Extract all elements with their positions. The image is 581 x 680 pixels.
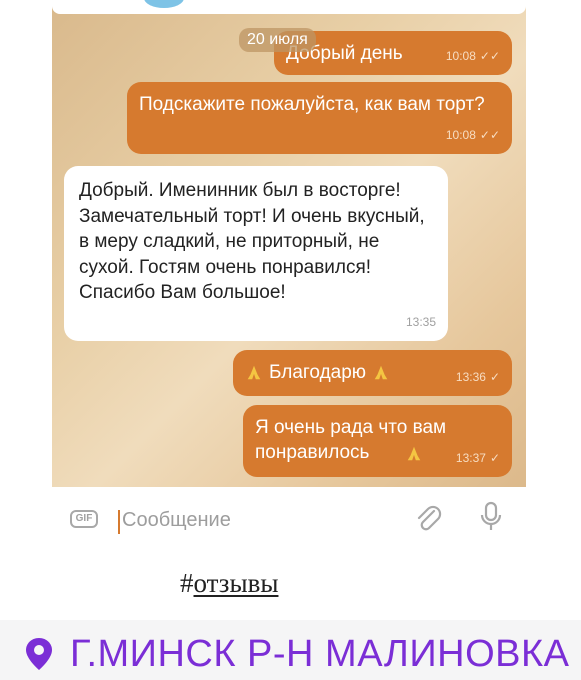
message-time: 13:37 (455, 451, 486, 465)
hashtag-symbol: # (180, 568, 194, 598)
message-out[interactable]: Благодарю 13:36 ✓ (233, 350, 512, 396)
message-meta: 13:36 ✓ (456, 365, 500, 390)
message-text: Добрый. Именинник был в восторге! Замеча… (79, 180, 425, 303)
message-meta: 13:37 ✓ (456, 446, 500, 471)
double-check-icon: ✓✓ (479, 128, 500, 142)
message-input-bar: GIF Сообщение (52, 487, 526, 547)
hashtag-text: отзывы (193, 568, 279, 598)
message-text: Подскажите пожалуйста, как вам торт? (139, 94, 485, 115)
map-pin-icon (26, 638, 52, 670)
message-time: 13:35 (405, 315, 436, 329)
message-text: Благодарю (269, 362, 367, 383)
paperclip-icon[interactable] (414, 503, 444, 535)
chat-screenshot: Добрый день 10:08 ✓✓ 20 июля Подскажите … (52, 0, 526, 547)
chat-area: Добрый день 10:08 ✓✓ 20 июля Подскажите … (52, 0, 526, 487)
praying-hands-icon (374, 365, 388, 379)
location-banner: Г.МИНСК Р-Н МАЛИНОВКА (0, 620, 581, 680)
message-input[interactable]: Сообщение (122, 509, 231, 532)
message-out[interactable]: Подскажите пожалуйста, как вам торт? 10:… (127, 82, 512, 154)
microphone-icon[interactable] (480, 501, 502, 533)
message-out[interactable]: Я очень рада что вам понравилось 13:37 ✓ (243, 405, 512, 477)
praying-hands-icon (247, 365, 261, 379)
message-time: 10:08 (445, 49, 476, 63)
message-in[interactable]: Добрый. Именинник был в восторге! Замеча… (64, 166, 448, 341)
location-text: Г.МИНСК Р-Н МАЛИНОВКА (70, 633, 570, 675)
chat-header-edge (52, 0, 526, 14)
check-icon: ✓ (489, 451, 500, 465)
text-cursor (118, 510, 120, 534)
message-meta: 13:35 (406, 310, 436, 335)
hashtag-label: #отзывы (180, 568, 278, 599)
message-meta: 10:08 ✓✓ (446, 123, 500, 148)
praying-hands-icon (407, 446, 421, 461)
date-badge: 20 июля (239, 28, 316, 52)
gif-button[interactable]: GIF (70, 510, 98, 528)
message-meta: 10:08 ✓✓ (446, 44, 500, 69)
message-time: 10:08 (445, 128, 476, 142)
avatar (144, 0, 184, 8)
double-check-icon: ✓✓ (479, 49, 500, 63)
check-icon: ✓ (489, 370, 500, 384)
message-time: 13:36 (455, 370, 486, 384)
message-content: Благодарю (245, 360, 390, 385)
